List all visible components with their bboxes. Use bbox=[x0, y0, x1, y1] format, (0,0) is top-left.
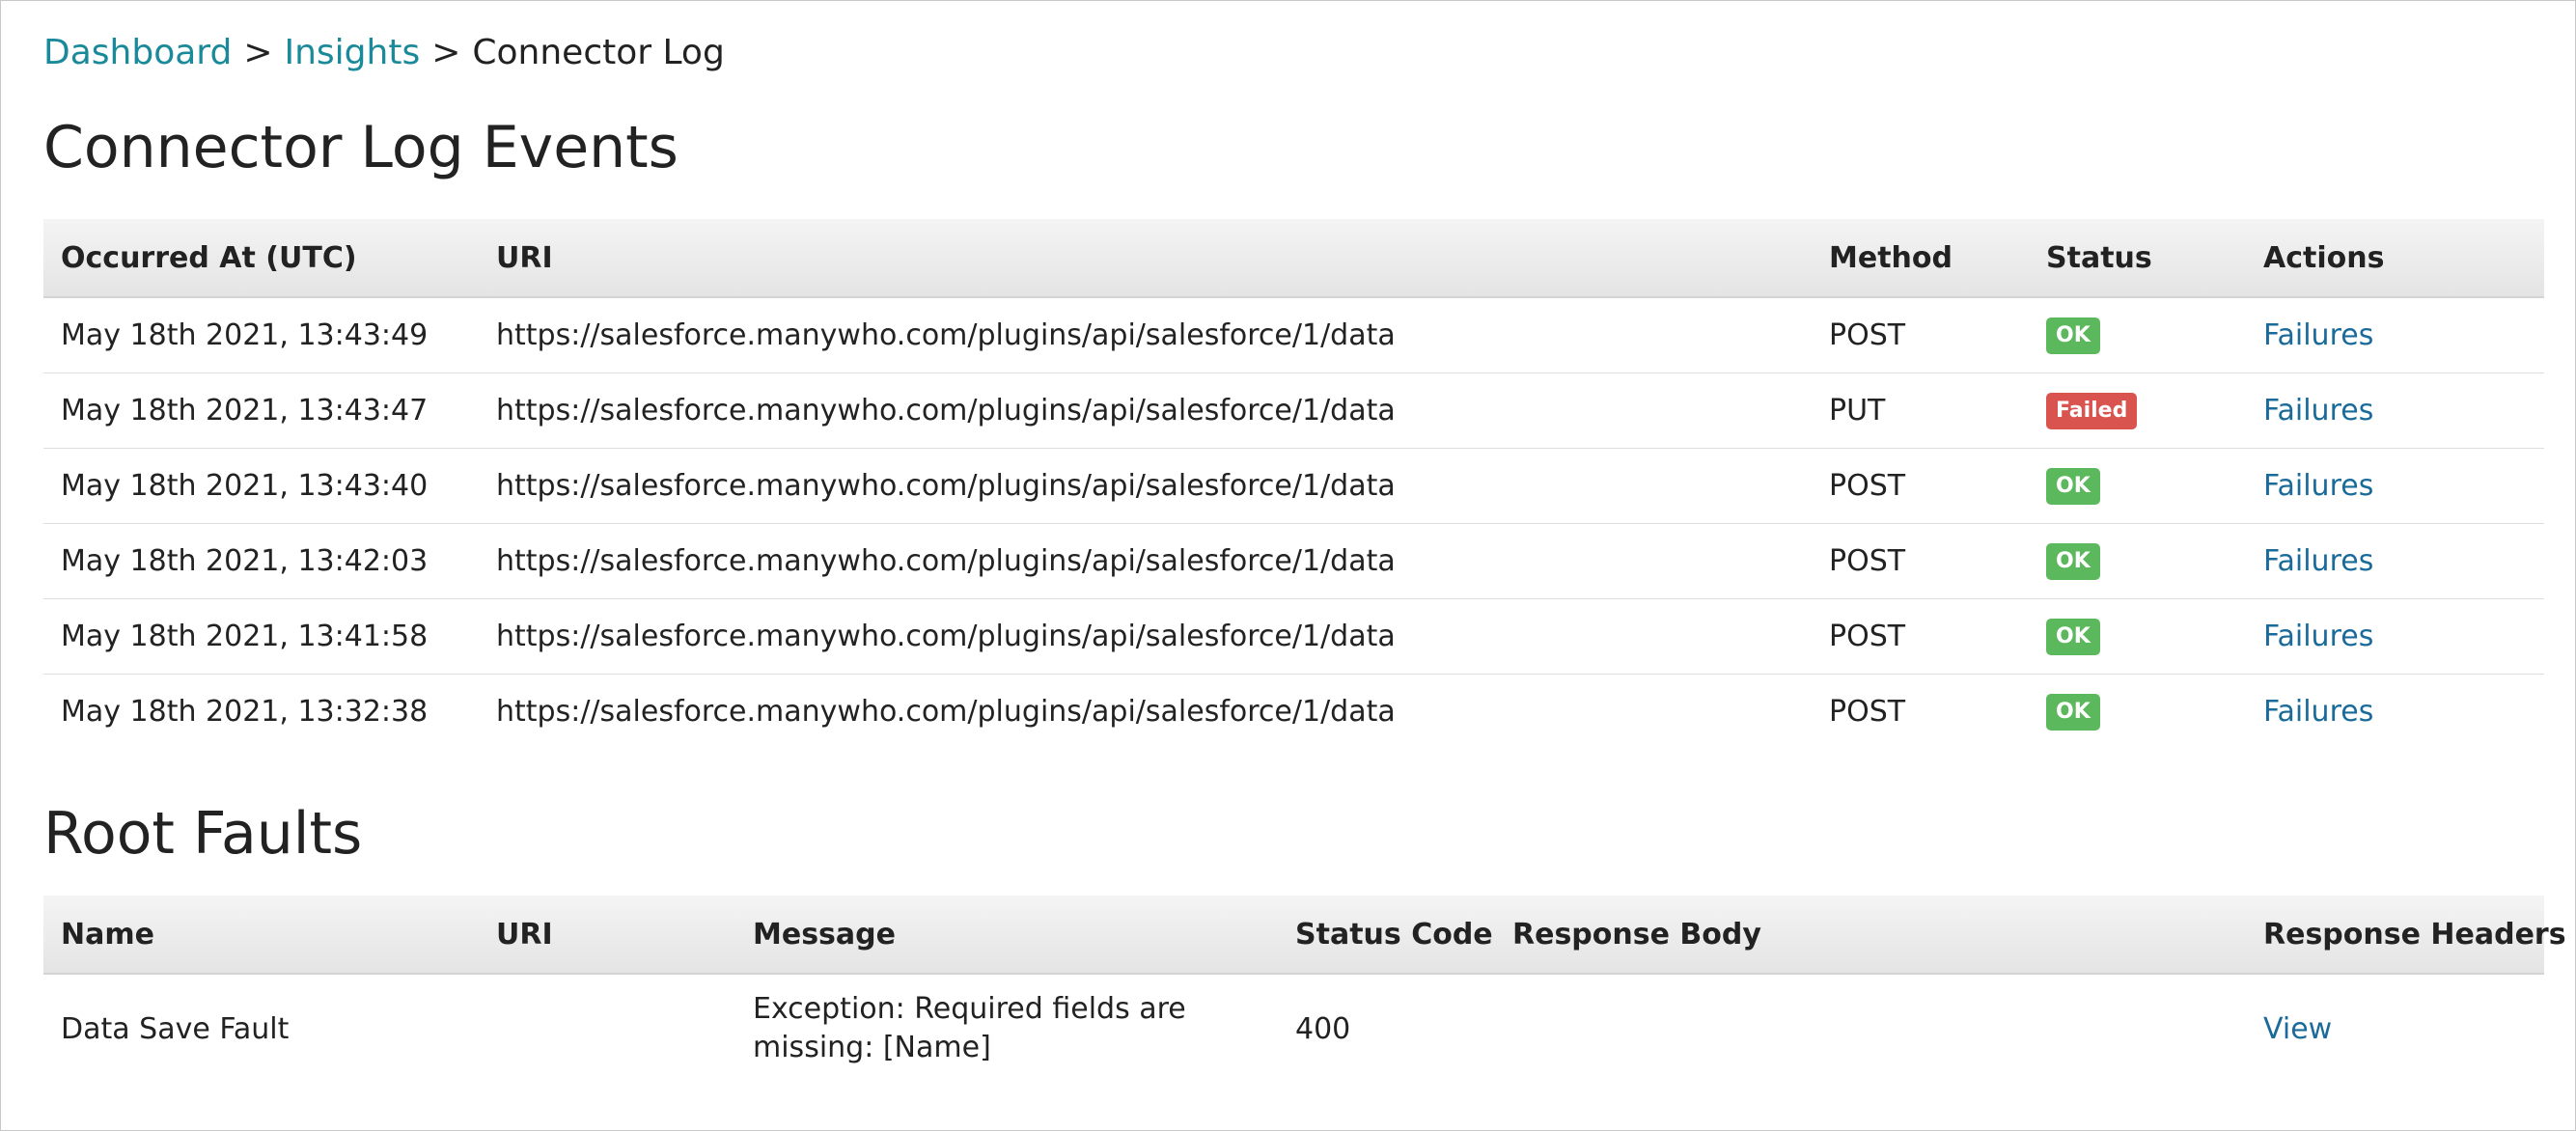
event-row: May 18th 2021, 13:43:40 https://salesforc… bbox=[43, 448, 2544, 524]
status-badge: OK bbox=[2046, 542, 2100, 580]
event-actions-cell: Failures bbox=[2246, 675, 2544, 750]
failures-link[interactable]: Failures bbox=[2263, 318, 2373, 352]
root-faults-table: Name URI Message Status Code Response Bo… bbox=[43, 896, 2566, 1083]
col-status-code: Status Code bbox=[1278, 896, 1495, 975]
event-status-cell: OK bbox=[2029, 448, 2246, 524]
connector-log-events-title: Connector Log Events bbox=[43, 114, 679, 181]
col-response-headers: Response Headers bbox=[2246, 896, 2566, 975]
failures-link[interactable]: Failures bbox=[2263, 469, 2373, 503]
event-status-cell: OK bbox=[2029, 523, 2246, 599]
event-status-cell: OK bbox=[2029, 297, 2246, 373]
event-actions-cell: Failures bbox=[2246, 523, 2544, 599]
col-actions: Actions bbox=[2246, 219, 2544, 298]
col-response-body: Response Body bbox=[1495, 896, 2246, 975]
root-faults-title: Root Faults bbox=[43, 800, 363, 868]
event-status-cell: OK bbox=[2029, 675, 2246, 750]
col-status[interactable]: Status bbox=[2029, 219, 2246, 298]
event-uri: https://salesforce.manywho.com/plugins/a… bbox=[479, 523, 1812, 599]
event-status-cell: OK bbox=[2029, 598, 2246, 675]
event-occurred-at: May 18th 2021, 13:43:49 bbox=[43, 297, 479, 373]
status-badge: OK bbox=[2046, 693, 2100, 731]
event-method: POST bbox=[1812, 598, 2029, 675]
event-uri: https://salesforce.manywho.com/plugins/a… bbox=[479, 372, 1812, 449]
event-row: May 18th 2021, 13:42:03 https://salesforc… bbox=[43, 523, 2544, 599]
col-name: Name bbox=[43, 896, 479, 975]
faults-header-row: Name URI Message Status Code Response Bo… bbox=[43, 896, 2566, 975]
failures-link[interactable]: Failures bbox=[2263, 544, 2373, 578]
failures-link[interactable]: Failures bbox=[2263, 620, 2373, 653]
col-uri: URI bbox=[479, 896, 735, 975]
breadcrumb-separator: > bbox=[431, 33, 461, 72]
event-method: PUT bbox=[1812, 372, 2029, 449]
page-frame: Dashboard > Insights > Connector Log Connect… bbox=[0, 0, 2576, 1131]
event-method: POST bbox=[1812, 297, 2029, 373]
event-method: POST bbox=[1812, 448, 2029, 524]
event-occurred-at: May 18th 2021, 13:43:47 bbox=[43, 372, 479, 449]
col-message: Message bbox=[735, 896, 1278, 975]
event-row: May 18th 2021, 13:43:49 https://salesforc… bbox=[43, 297, 2544, 373]
event-actions-cell: Failures bbox=[2246, 297, 2544, 373]
status-badge: OK bbox=[2046, 317, 2100, 354]
event-row: May 18th 2021, 13:43:47 https://salesforc… bbox=[43, 372, 2544, 449]
event-method: POST bbox=[1829, 695, 1906, 729]
status-badge: Failed bbox=[2046, 392, 2138, 429]
event-method: POST bbox=[1812, 523, 2029, 599]
view-headers-link[interactable]: View bbox=[2263, 1012, 2332, 1046]
event-uri: https://salesforce.manywho.com/plugins/a… bbox=[496, 695, 1396, 729]
breadcrumb-current: Connector Log bbox=[472, 33, 725, 72]
event-actions-cell: Failures bbox=[2246, 598, 2544, 675]
event-occurred-at: May 18th 2021, 13:32:38 bbox=[61, 695, 429, 729]
col-method[interactable]: Method bbox=[1812, 219, 2029, 298]
status-badge: OK bbox=[2046, 618, 2100, 655]
event-row: May 18th 2021, 13:41:58 https://salesforc… bbox=[43, 598, 2544, 675]
event-status-cell: Failed bbox=[2029, 372, 2246, 449]
connector-log-events-table: Occurred At (UTC) URI Method Status Acti… bbox=[43, 219, 2544, 749]
event-occurred-at: May 18th 2021, 13:43:40 bbox=[43, 448, 479, 524]
event-occurred-at: May 18th 2021, 13:42:03 bbox=[43, 523, 479, 599]
event-occurred-at: May 18th 2021, 13:41:58 bbox=[43, 598, 479, 675]
fault-response-body bbox=[1495, 974, 2246, 1083]
event-uri: https://salesforce.manywho.com/plugins/a… bbox=[479, 448, 1812, 524]
events-header-row: Occurred At (UTC) URI Method Status Acti… bbox=[43, 219, 2544, 298]
events-body: May 18th 2021, 13:43:49 https://salesforc… bbox=[43, 297, 2544, 749]
failures-link[interactable]: Failures bbox=[2263, 394, 2373, 428]
col-occurred-at[interactable]: Occurred At (UTC) bbox=[43, 219, 479, 298]
event-actions-cell: Failures bbox=[2246, 448, 2544, 524]
fault-status-code: 400 bbox=[1295, 1011, 1351, 1046]
failures-link[interactable]: Failures bbox=[2263, 695, 2373, 729]
event-uri: https://salesforce.manywho.com/plugins/a… bbox=[479, 598, 1812, 675]
event-actions-cell: Failures bbox=[2246, 372, 2544, 449]
breadcrumb-dashboard-link[interactable]: Dashboard bbox=[43, 33, 232, 72]
breadcrumb-insights-link[interactable]: Insights bbox=[284, 33, 420, 72]
event-row: May 18th 2021, 13:32:38 https://salesforc… bbox=[43, 675, 2544, 750]
fault-message: Exception: Required fields are missing: … bbox=[753, 992, 1186, 1064]
breadcrumb-separator: > bbox=[243, 33, 273, 72]
status-badge: OK bbox=[2046, 467, 2100, 505]
col-uri[interactable]: URI bbox=[479, 219, 1812, 298]
fault-row: Data Save Fault Exception: Required field… bbox=[43, 974, 2544, 1083]
fault-uri bbox=[479, 974, 735, 1083]
fault-name: Data Save Fault bbox=[61, 1011, 290, 1046]
fault-response-headers-cell: View bbox=[2246, 974, 2544, 1083]
event-uri: https://salesforce.manywho.com/plugins/a… bbox=[479, 297, 1812, 373]
faults-body: Data Save Fault Exception: Required field… bbox=[43, 974, 2544, 1083]
breadcrumb: Dashboard > Insights > Connector Log bbox=[43, 28, 725, 78]
